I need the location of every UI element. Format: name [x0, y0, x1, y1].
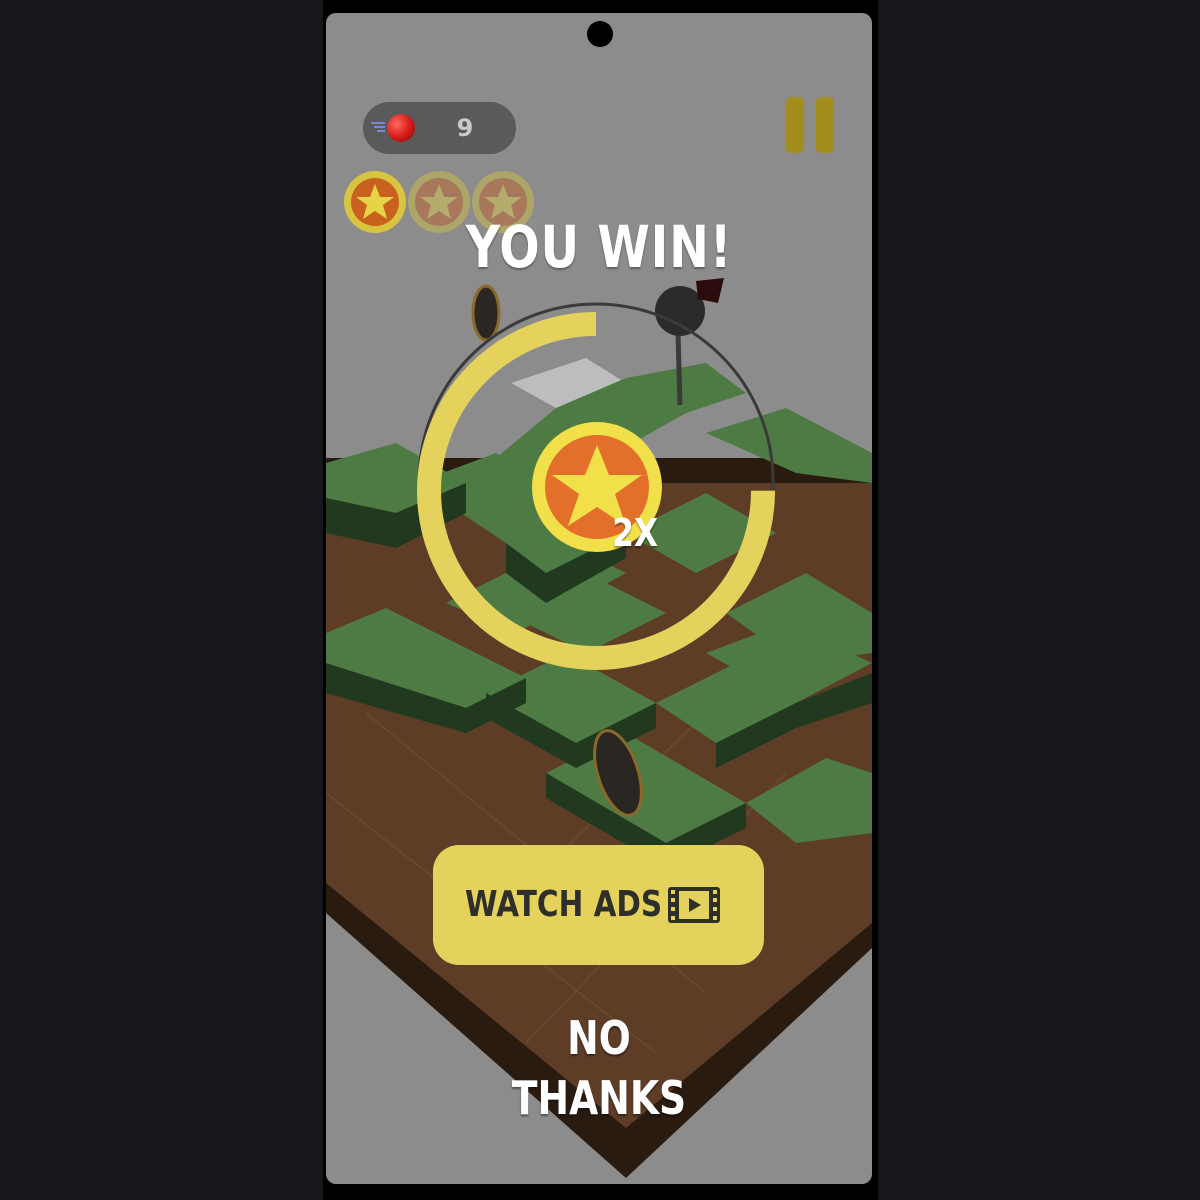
ball-trail-icon	[371, 122, 385, 132]
ball-counter: 9	[363, 102, 516, 154]
video-ad-icon	[668, 887, 720, 923]
watch-ads-label: WATCH ADS	[465, 884, 663, 925]
flag-pole	[675, 332, 683, 406]
watch-ads-button[interactable]: WATCH ADS	[433, 845, 764, 965]
ball-count: 9	[456, 114, 474, 142]
front-camera	[587, 21, 613, 47]
board-coin-top	[471, 284, 501, 342]
pause-icon-bar-left	[786, 97, 804, 153]
pause-icon-bar-right	[816, 97, 834, 153]
reward-multiplier: 2X	[612, 511, 659, 555]
red-ball-icon	[387, 114, 415, 142]
game-screen: 9 YOU WIN! 2X WATCH ADS NO THANKS	[326, 13, 872, 1184]
pause-button[interactable]	[786, 97, 836, 153]
no-thanks-button[interactable]: NO THANKS	[476, 1008, 722, 1125]
win-title: YOU WIN!	[465, 213, 733, 281]
